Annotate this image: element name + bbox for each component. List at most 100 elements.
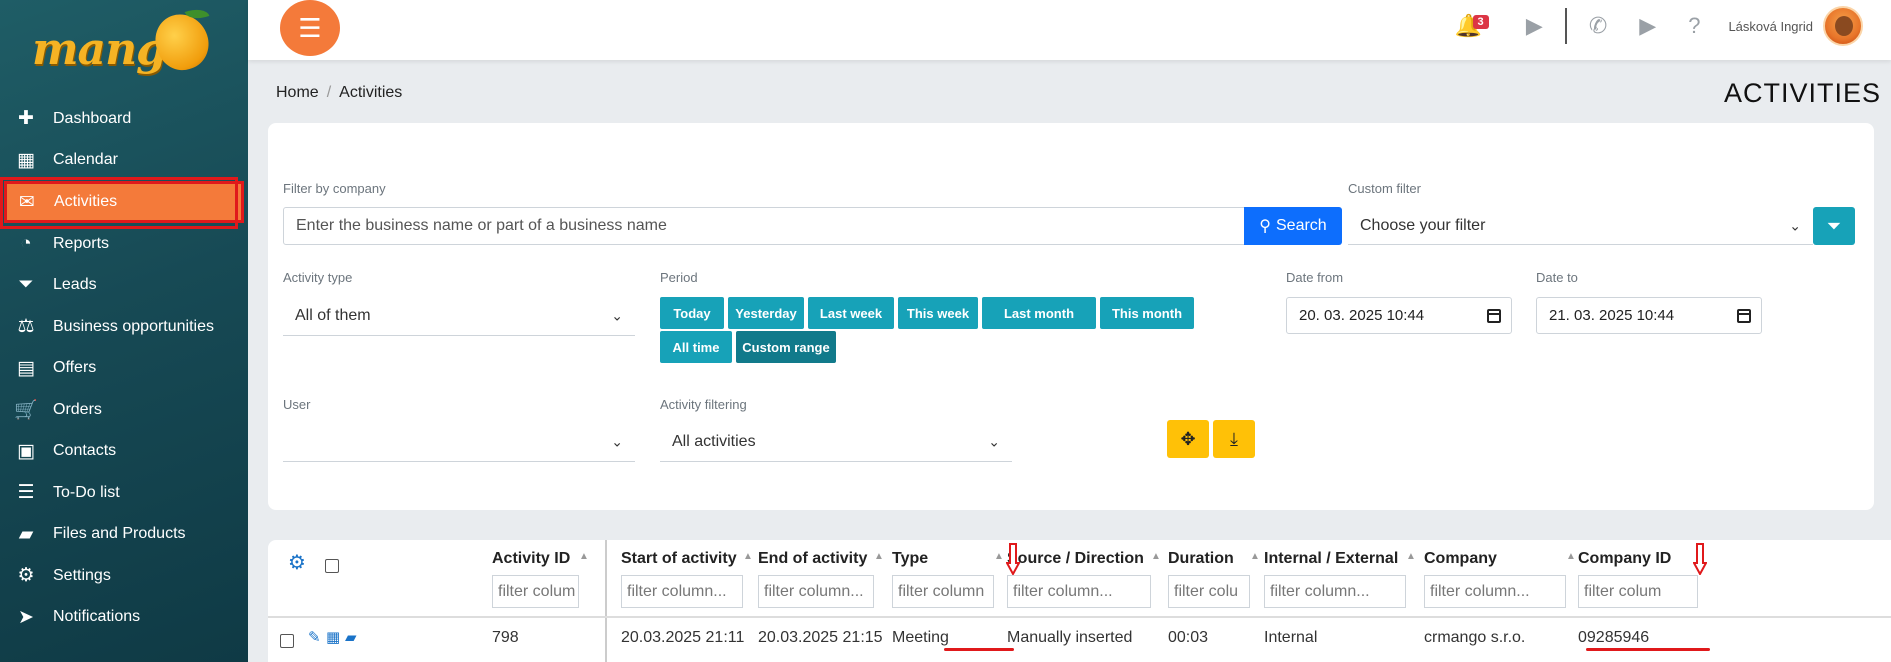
column-filter-input[interactable]: filter column... [1424,575,1566,608]
sidebar-item-orders[interactable]: 🛒 Orders [0,389,248,431]
chevron-down-icon: ⌄ [988,433,1000,449]
topbar: ☰ 🔔 3 ▶ ✆ ▶ ? Lásková Ingrid [248,0,1891,60]
checklist-icon: ☰ [17,482,35,504]
user-name[interactable]: Lásková Ingrid [1728,19,1813,34]
column-header-company[interactable]: Company [1424,550,1497,568]
period-this-week-button[interactable]: This week [898,297,978,329]
briefcase-icon[interactable]: ▰ [345,628,357,646]
user-select[interactable]: ⌄ [283,422,635,462]
sidebar-item-dashboard[interactable]: ✚ Dashboard [0,98,248,140]
mango-logo[interactable]: mango [28,4,218,77]
period-this-month-button[interactable]: This month [1100,297,1194,329]
sidebar-item-reports[interactable]: ◔ Reports [0,223,248,265]
column-filter-input[interactable]: filter column... [621,575,743,608]
period-last-week-button[interactable]: Last week [808,297,894,329]
column-filter-input[interactable]: filter column... [1007,575,1151,608]
sidebar-item-notifications[interactable]: ➤ Notifications [0,597,248,639]
annotation-arrow-company [1693,543,1707,575]
period-yesterday-button[interactable]: Yesterday [728,297,804,329]
column-header-end-of-activity[interactable]: End of activity [758,550,867,568]
edit-icon[interactable]: ✎ [308,628,321,646]
play-icon[interactable]: ▶ [1526,13,1543,39]
activity-filtering-value: All activities [672,432,756,450]
sort-icon[interactable]: ▲ [1250,551,1260,562]
sort-icon[interactable]: ▲ [743,551,753,562]
column-header-company-id[interactable]: Company ID [1578,550,1671,568]
column-filter-input[interactable]: filter colum [492,575,579,608]
column-header-duration[interactable]: Duration [1168,550,1234,568]
custom-filter-select[interactable]: Choose your filter ⌄ [1348,207,1813,245]
menu-toggle-button[interactable]: ☰ [280,0,340,56]
export-button[interactable]: ⤓ [1213,420,1255,458]
column-header-type[interactable]: Type [892,550,928,568]
chevron-down-icon: ⌄ [1789,217,1801,233]
column-settings-icon[interactable]: ⚙ [288,550,306,575]
sort-icon[interactable]: ▲ [579,551,589,562]
activity-filtering-label: Activity filtering [660,397,747,412]
date-to-input[interactable]: 21. 03. 2025 10:44 [1536,297,1762,334]
calendar-icon[interactable] [1737,308,1751,323]
column-header-start-of-activity[interactable]: Start of activity [621,550,737,568]
activities-icon: ✉ [19,191,35,213]
bell-icon[interactable]: 🔔 3 [1455,13,1489,39]
folder-icon: ▰ [18,523,34,545]
column-filter-input[interactable]: filter colum [1578,575,1698,608]
breadcrumb-home[interactable]: Home [276,84,319,101]
apply-filter-button[interactable]: ⏷ [1813,207,1855,245]
sort-icon[interactable]: ▲ [994,551,1004,562]
sort-icon[interactable]: ▲ [874,551,884,562]
annotation-underline-type [944,648,1014,651]
avatar[interactable] [1823,6,1863,46]
sidebar-item-activities[interactable]: ✉ Activities [4,181,244,223]
calendar-icon[interactable] [1487,308,1501,323]
sidebar-item-offers[interactable]: ▤ Offers [0,348,248,390]
select-all-checkbox[interactable] [325,559,339,573]
column-filter-input[interactable]: filter column... [758,575,874,608]
help-icon[interactable]: ? [1688,13,1700,39]
column-header-source-direction[interactable]: Source / Direction [1007,550,1144,568]
sidebar-item-label: Settings [53,566,111,584]
period-today-button[interactable]: Today [660,297,724,329]
sidebar-item-business-opportunities[interactable]: ⚖ Business opportunities [0,306,248,348]
phone-icon[interactable]: ✆ [1589,13,1607,39]
period-all-time-button[interactable]: All time [660,331,732,363]
move-columns-button[interactable]: ✥ [1167,420,1209,458]
notification-badge: 3 [1472,15,1489,29]
table-cell-company-id: 09285946 [1578,629,1650,646]
column-header-internal-external[interactable]: Internal / External [1264,550,1398,568]
activity-filtering-select[interactable]: All activities ⌄ [660,422,1012,462]
sidebar-item-to-do-list[interactable]: ☰ To-Do list [0,472,248,514]
sidebar-item-contacts[interactable]: ▣ Contacts [0,431,248,473]
calendar-icon: ▦ [17,149,35,171]
sidebar-item-settings[interactable]: ⚙ Settings [0,555,248,597]
table-cell-activity-id: 798 [492,629,519,646]
search-button[interactable]: ⚲ Search [1244,207,1342,245]
sort-icon[interactable]: ▲ [1406,551,1416,562]
period-custom-range-button[interactable]: Custom range [736,331,836,363]
sidebar-item-leads[interactable]: ⏷ Leads [0,265,248,307]
calendar-add-icon[interactable]: ▦ [326,628,340,646]
column-filter-input[interactable]: filter column... [1264,575,1406,608]
column-filter-input[interactable]: filter column [892,575,994,608]
breadcrumb-separator: / [326,84,332,101]
menu-collapse-icon: ☰ [298,12,322,43]
sort-icon[interactable]: ▲ [1151,551,1161,562]
youtube-icon[interactable]: ▶ [1639,13,1656,39]
sidebar-item-label: Files and Products [53,525,186,543]
activity-type-select[interactable]: All of them ⌄ [283,296,635,336]
date-from-input[interactable]: 20. 03. 2025 10:44 [1286,297,1512,334]
sticky-column-divider [605,540,607,662]
sidebar-item-calendar[interactable]: ▦ Calendar [0,140,248,182]
sort-icon[interactable]: ▲ [1566,551,1576,562]
table-cell-type: Meeting [892,629,949,646]
column-filter-input[interactable]: filter colu [1168,575,1250,608]
date-to-value: 21. 03. 2025 10:44 [1549,307,1675,324]
sidebar-item-files-and-products[interactable]: ▰ Files and Products [0,514,248,556]
company-search-input[interactable]: Enter the business name or part of a bus… [283,207,1245,245]
sidebar-item-label: Business opportunities [53,317,214,335]
row-checkbox[interactable] [280,634,294,648]
column-header-activity-id[interactable]: Activity ID [492,550,570,568]
breadcrumb: Home / Activities [276,84,402,102]
period-last-month-button[interactable]: Last month [982,297,1096,329]
cart-icon: 🛒 [14,399,38,421]
